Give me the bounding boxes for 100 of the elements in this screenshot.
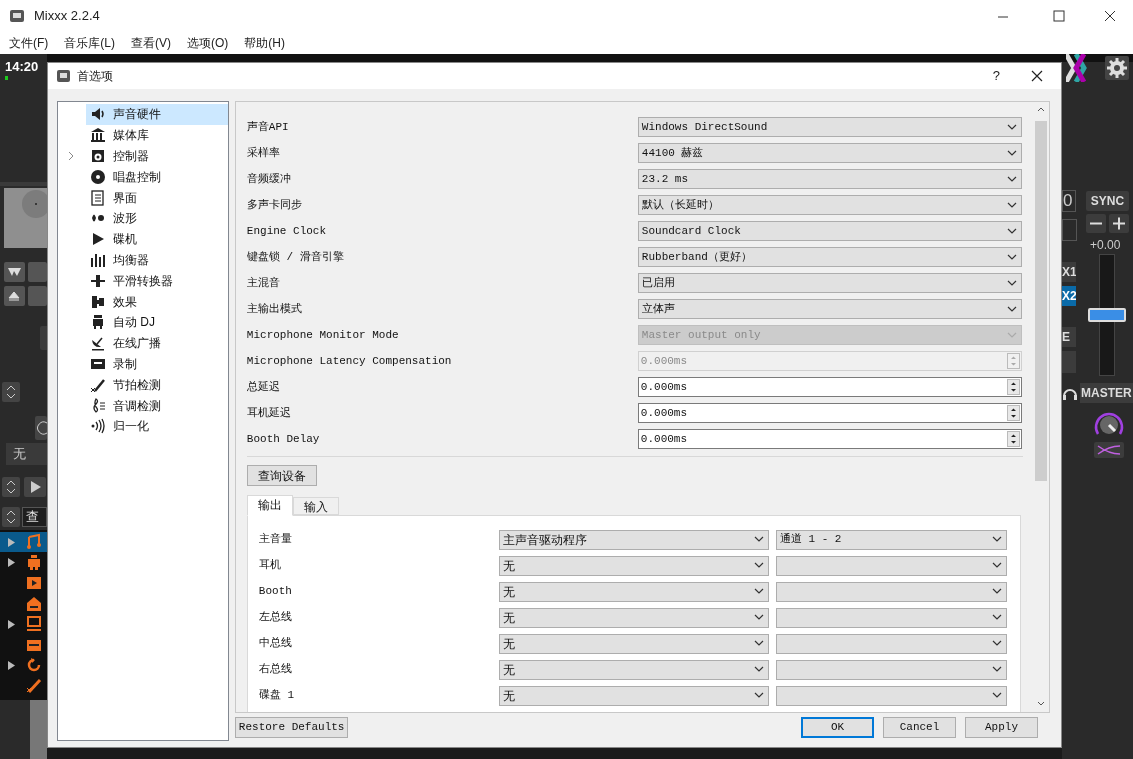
sidebar-item[interactable]: 界面	[86, 187, 228, 208]
dialog-button[interactable]: Apply	[965, 717, 1038, 738]
dropdown[interactable]: 无	[498, 633, 769, 654]
play-button[interactable]	[24, 477, 46, 497]
library-icon	[25, 676, 43, 695]
dialog-button[interactable]: Cancel	[883, 717, 956, 738]
dropdown[interactable]: Rubberband（更好）	[637, 247, 1022, 267]
search-field[interactable]: 查	[22, 507, 47, 527]
menu-item[interactable]: 查看(V)	[131, 34, 171, 52]
crossfader-icon[interactable]	[1094, 442, 1124, 458]
query-devices-button[interactable]: 查询设备	[246, 465, 317, 486]
sidebar-item[interactable]: 自动 DJ	[86, 311, 228, 333]
spinner-icon[interactable]	[2, 382, 20, 402]
fx-button[interactable]: X1	[1062, 262, 1076, 282]
field-label: 中总线	[258, 636, 293, 652]
dropdown[interactable]: 已启用	[637, 273, 1022, 293]
field-label: 音频缓冲	[246, 171, 292, 187]
scroll-down-icon[interactable]	[1036, 700, 1046, 708]
spin-arrows-icon[interactable]	[1006, 431, 1020, 447]
dialog-button[interactable]: OK	[801, 717, 874, 738]
maximize-icon[interactable]	[1050, 7, 1068, 25]
dropdown[interactable]: 无	[498, 607, 769, 628]
eject-button[interactable]	[4, 286, 25, 306]
sidebar-item[interactable]: 声音硬件	[86, 104, 228, 125]
dropdown[interactable]: 23.2 ms	[637, 169, 1022, 189]
menu-item[interactable]: 文件(F)	[9, 34, 49, 52]
expand-arrow-icon[interactable]	[8, 660, 15, 670]
rate-slider-thumb[interactable]	[1088, 308, 1126, 322]
scroll-up-icon[interactable]	[1036, 105, 1046, 113]
field-label: 多声卡同步	[246, 197, 303, 213]
chevron-down-icon	[1006, 175, 1017, 183]
spin-box[interactable]: 0.000ms	[637, 377, 1022, 397]
dropdown[interactable]: 44100 赫兹	[637, 143, 1022, 163]
tab[interactable]: 输入	[292, 496, 339, 515]
rate-text: +0.00	[1090, 237, 1121, 254]
field-label: 碟盘 1	[258, 688, 296, 704]
spin-arrows-icon[interactable]	[1006, 379, 1020, 395]
deck-time-display: 0	[1062, 190, 1076, 212]
signal-icon	[90, 418, 106, 435]
deck-button[interactable]	[4, 262, 25, 282]
master-button[interactable]: MASTER	[1080, 383, 1133, 403]
equalizer-icon	[90, 251, 106, 268]
dropdown[interactable]: 主声音驱动程序	[498, 529, 769, 550]
sidebar-item[interactable]: 波形	[86, 208, 228, 229]
spin-arrows-icon[interactable]	[1006, 405, 1020, 421]
dropdown[interactable]: 默认（长延时）	[637, 195, 1022, 215]
sidebar-item[interactable]: 平滑转换器	[86, 270, 228, 292]
spinner-icon[interactable]	[2, 507, 20, 527]
dropdown[interactable]: 无	[498, 555, 769, 576]
expand-arrow-icon[interactable]	[8, 558, 15, 567]
dropdown[interactable]: 无	[498, 659, 769, 680]
sidebar-item[interactable]: 在线广播	[86, 332, 228, 354]
dropdown[interactable]: Windows DirectSound	[637, 117, 1022, 137]
sidebar-item[interactable]: 控制器	[86, 145, 228, 167]
sidebar-item[interactable]: 均衡器	[86, 249, 228, 271]
library-icon	[25, 594, 43, 613]
close-icon[interactable]	[1030, 69, 1044, 83]
sidebar-item[interactable]: 音调检测	[86, 395, 228, 416]
sidebar-item[interactable]: 唱盘控制	[86, 166, 228, 188]
sidebar-item[interactable]: 节拍检测	[86, 374, 228, 396]
sidebar-item[interactable]: 碟机	[86, 228, 228, 250]
power-icon[interactable]	[35, 416, 47, 440]
fx-button[interactable]: E	[1062, 327, 1076, 347]
dropdown[interactable]: Soundcard Clock	[637, 221, 1022, 241]
dropdown[interactable]: 无	[498, 581, 769, 602]
library-icon	[25, 533, 43, 551]
dialog-button[interactable]: Restore Defaults	[234, 717, 349, 738]
fx-button[interactable]: X2	[1062, 286, 1076, 306]
chevron-down-icon	[1006, 227, 1017, 235]
field-label: 耳机	[258, 558, 282, 574]
settings-icon[interactable]	[1105, 56, 1129, 80]
minus-button[interactable]	[1086, 214, 1106, 233]
library-scrollbar[interactable]	[30, 700, 47, 759]
menu-item[interactable]: 音乐库(L)	[64, 34, 115, 52]
plus-button[interactable]	[1109, 214, 1129, 233]
menu-item[interactable]: 帮助(H)	[244, 34, 285, 52]
spinner-icon[interactable]	[2, 477, 20, 497]
field-label: Booth Delay	[246, 431, 321, 447]
menu-item[interactable]: 选项(O)	[187, 34, 229, 52]
chevron-down-icon	[991, 666, 1002, 673]
spin-box[interactable]: 0.000ms	[637, 429, 1022, 449]
tab[interactable]: 输出	[246, 494, 293, 516]
field-label: Engine Clock	[246, 223, 328, 239]
rate-slider-track[interactable]	[1087, 254, 1127, 376]
expand-arrow-icon[interactable]	[8, 619, 15, 629]
sidebar-item[interactable]: 录制	[86, 353, 228, 375]
help-button[interactable]: ?	[992, 66, 1000, 86]
spin-box[interactable]: 0.000ms	[637, 403, 1022, 423]
crossfader-icon	[90, 272, 106, 289]
dropdown[interactable]: 无	[498, 685, 769, 706]
sidebar-item[interactable]: 媒体库	[86, 124, 228, 146]
field-label: 耳机延迟	[246, 405, 292, 421]
scrollbar-thumb[interactable]	[1035, 121, 1047, 481]
dropdown[interactable]: 立体声	[637, 299, 1022, 319]
sidebar-item[interactable]: 效果	[86, 291, 228, 312]
sidebar-item[interactable]: 归一化	[86, 415, 228, 437]
sync-button[interactable]: SYNC	[1086, 191, 1129, 211]
dropdown[interactable]: 通道 1 - 2	[775, 529, 1007, 550]
effect-select[interactable]: 无	[6, 443, 47, 465]
display-frame	[1062, 219, 1077, 241]
